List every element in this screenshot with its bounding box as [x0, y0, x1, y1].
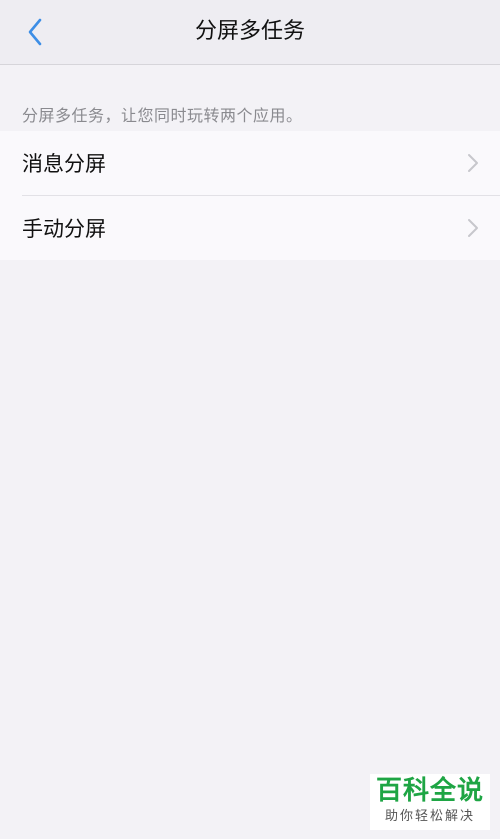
page-title: 分屏多任务: [194, 19, 305, 44]
list-item-manual-split[interactable]: 手动分屏: [22, 195, 500, 260]
section-description: 分屏多任务，让您同时玩转两个应用。: [22, 106, 303, 125]
navigation-bar: 分屏多任务: [0, 0, 500, 65]
list-item-label: 手动分屏: [22, 217, 106, 241]
watermark-subtitle: 助你轻松解决: [384, 809, 475, 824]
chevron-right-icon: [468, 219, 478, 237]
watermark-title: 百科全说: [375, 776, 484, 806]
list-item-label: 消息分屏: [22, 152, 106, 176]
list-item-message-split[interactable]: 消息分屏: [0, 131, 500, 195]
settings-list: 消息分屏 手动分屏: [0, 131, 500, 260]
watermark-logo: 百科全说 助你轻松解决: [370, 774, 490, 830]
chevron-right-icon: [468, 154, 478, 172]
